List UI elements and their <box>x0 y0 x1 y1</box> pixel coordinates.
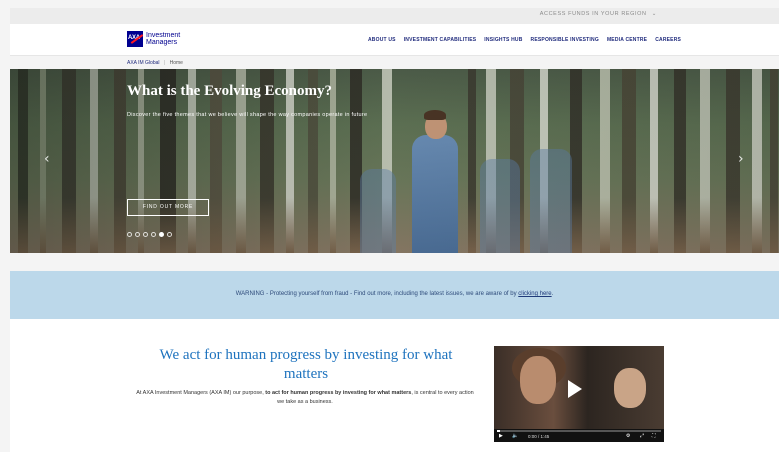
region-selector[interactable]: ACCESS FUNDS IN YOUR REGION ⌄ <box>540 11 657 17</box>
logo-line-2: Managers <box>146 39 178 46</box>
nav-investment-capabilities[interactable]: INVESTMENT CAPABILITIES <box>404 37 477 43</box>
breadcrumb-separator: | <box>163 60 166 66</box>
carousel-dot[interactable] <box>143 232 148 237</box>
settings-icon[interactable]: ⚙ <box>626 433 630 439</box>
chevron-down-icon: ⌄ <box>651 11 657 17</box>
warning-link[interactable]: clicking here <box>518 291 551 297</box>
video-time: 0:00 / 1:45 <box>528 434 550 439</box>
purpose-paragraph: At AXA Investment Managers (AXA IM) our … <box>136 389 474 407</box>
warning-text: WARNING - Protecting yourself from fraud… <box>10 291 779 297</box>
play-icon[interactable] <box>568 380 582 398</box>
breadcrumb-root[interactable]: AXA IM Global <box>127 60 160 66</box>
find-out-more-button[interactable]: FIND OUT MORE <box>127 199 209 216</box>
carousel-dot[interactable] <box>151 232 156 237</box>
video-player[interactable]: ▶ 🔈 0:00 / 1:45 ⚙ ⤢ ⛶ <box>494 346 664 442</box>
nav-responsible-investing[interactable]: RESPONSIBLE INVESTING <box>531 37 599 43</box>
video-progress-bar[interactable] <box>497 430 661 432</box>
site-header: AXA Investment Managers ABOUT US INVESTM… <box>10 24 779 56</box>
carousel-dot[interactable] <box>127 232 132 237</box>
chevron-left-icon[interactable]: ‹ <box>44 151 50 167</box>
video-person-2 <box>614 368 646 408</box>
nav-insights-hub[interactable]: INSIGHTS HUB <box>484 37 522 43</box>
main-nav: ABOUT US INVESTMENT CAPABILITIES INSIGHT… <box>368 37 681 43</box>
nav-about-us[interactable]: ABOUT US <box>368 37 396 43</box>
warning-suffix: . <box>551 291 554 297</box>
logo-line-1: Investment <box>146 32 181 39</box>
nav-careers[interactable]: CAREERS <box>655 37 681 43</box>
warning-prefix: WARNING <box>235 291 265 297</box>
carousel-dot[interactable] <box>167 232 172 237</box>
purpose-section: We act for human progress by investing f… <box>10 319 779 452</box>
video-controls: ▶ 🔈 0:00 / 1:45 ⚙ ⤢ ⛶ <box>494 429 664 442</box>
share-icon[interactable]: ⤢ <box>640 433 644 439</box>
breadcrumb-current: Home <box>169 60 183 66</box>
carousel-dots <box>127 232 172 237</box>
fraud-warning-banner: WARNING - Protecting yourself from fraud… <box>10 271 779 319</box>
video-person <box>520 356 556 404</box>
page: ACCESS FUNDS IN YOUR REGION ⌄ AXA Invest… <box>0 0 779 452</box>
hero-subtitle: Discover the five themes that we believe… <box>127 112 368 118</box>
chevron-right-icon[interactable]: › <box>738 151 744 167</box>
axa-logo-mark: AXA <box>127 31 143 47</box>
logo-wordmark: Investment Managers <box>146 32 180 46</box>
fullscreen-icon[interactable]: ⛶ <box>652 433 656 439</box>
volume-icon[interactable]: 🔈 <box>512 433 518 439</box>
purpose-headline: We act for human progress by investing f… <box>159 347 453 382</box>
hero-title: What is the Evolving Economy? <box>127 83 333 99</box>
play-icon[interactable]: ▶ <box>499 433 503 439</box>
region-selector-label: ACCESS FUNDS IN YOUR REGION <box>539 11 647 17</box>
utility-bar: ACCESS FUNDS IN YOUR REGION ⌄ <box>10 8 779 24</box>
video-progress-fill <box>497 430 501 432</box>
breadcrumb: AXA IM Global | Home <box>127 60 183 66</box>
carousel-dot[interactable] <box>159 232 164 237</box>
nav-media-centre[interactable]: MEDIA CENTRE <box>607 37 647 43</box>
warning-body: - Protecting yourself from fraud - Find … <box>264 291 519 297</box>
hero-banner: What is the Evolving Economy? Discover t… <box>10 69 779 253</box>
axa-im-logo[interactable]: AXA Investment Managers <box>127 31 180 47</box>
purpose-text-start: At AXA Investment Managers (AXA IM) our … <box>136 390 266 396</box>
purpose-text-bold: to act for human progress by investing f… <box>265 390 412 396</box>
carousel-dot[interactable] <box>135 232 140 237</box>
hero-overlay <box>10 69 779 253</box>
